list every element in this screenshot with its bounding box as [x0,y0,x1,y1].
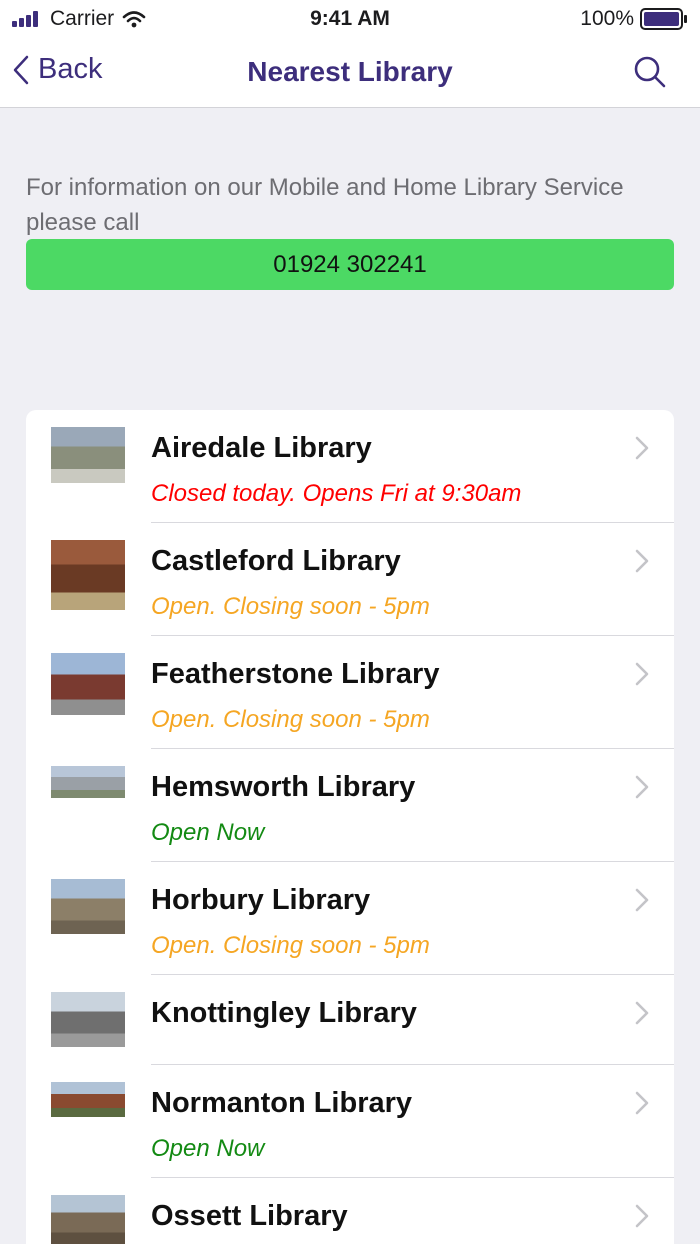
library-list-item[interactable]: Hemsworth Library Open Now [26,749,674,862]
library-name: Knottingley Library [151,997,417,1029]
chevron-right-icon [635,1091,649,1115]
library-list-item[interactable]: Airedale Library Closed today. Opens Fri … [26,410,674,523]
library-status: Open Now [151,819,265,846]
chevron-right-icon [635,549,649,573]
library-status: Open. Closing soon - 5pm [151,706,430,733]
library-list: Airedale Library Closed today. Opens Fri … [26,410,674,1244]
library-list-item[interactable]: Normanton Library Open Now [26,1065,674,1178]
chevron-right-icon [635,888,649,912]
search-button[interactable] [632,54,668,95]
mobile-library-info-text: For information on our Mobile and Home L… [26,174,624,236]
library-thumbnail [51,879,125,934]
chevron-right-icon [635,775,649,799]
library-status: Open Now [151,1135,265,1162]
library-thumbnail [51,766,125,798]
library-thumbnail [51,653,125,715]
library-status: Closed today. Opens Fri at 9:30am [151,480,522,507]
navigation-bar: Back Nearest Library [0,40,700,108]
chevron-right-icon [635,662,649,686]
library-thumbnail [51,427,125,483]
library-list-item[interactable]: Castleford Library Open. Closing soon - 5… [26,523,674,636]
call-phone-button[interactable]: 01924 302241 [26,239,674,290]
library-name: Airedale Library [151,432,372,464]
library-name: Horbury Library [151,884,371,916]
library-thumbnail [51,540,125,610]
page-title: Nearest Library [247,56,453,87]
library-thumbnail [51,992,125,1047]
chevron-right-icon [635,1001,649,1025]
library-thumbnail [51,1195,125,1244]
library-name: Featherstone Library [151,658,440,690]
status-bar-right: 100% [580,7,688,31]
library-status: Open. Closing soon - 5pm [151,593,430,620]
library-list-item[interactable]: Featherstone Library Open. Closing soon -… [26,636,674,749]
battery-icon [640,8,687,30]
library-list-item[interactable]: Knottingley Library [26,975,674,1065]
library-list-item[interactable]: Ossett Library [26,1178,674,1244]
search-icon [634,56,666,88]
library-name: Castleford Library [151,545,401,577]
battery-percentage: 100% [580,7,634,30]
library-status: Open. Closing soon - 5pm [151,932,430,959]
chevron-right-icon [635,436,649,460]
library-name: Normanton Library [151,1087,413,1119]
library-name: Hemsworth Library [151,771,416,803]
status-bar: Carrier 9:41 AM 100% [0,0,700,40]
library-list-item[interactable]: Horbury Library Open. Closing soon - 5pm [26,862,674,975]
library-thumbnail [51,1082,125,1117]
library-name: Ossett Library [151,1200,348,1232]
chevron-right-icon [635,1204,649,1228]
